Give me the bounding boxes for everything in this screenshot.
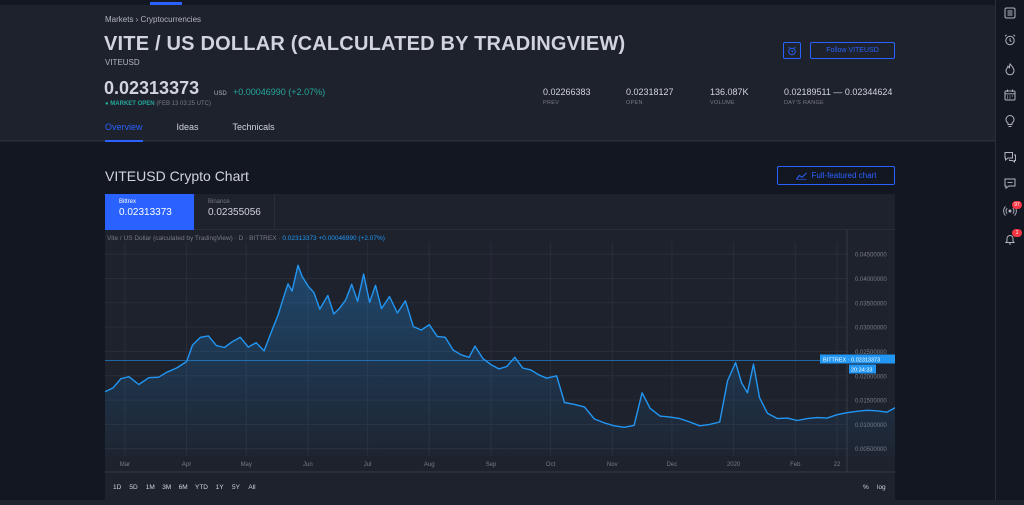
range-button-5y[interactable]: 5Y [232, 484, 241, 491]
price-change: +0.00046990 (+2.07%) [233, 87, 326, 97]
exchange-price: 0.02313373 [119, 207, 172, 218]
alarm-clock-icon [788, 46, 796, 55]
market-status-time: (FEB 13 03:25 UTC) [156, 101, 211, 107]
x-tick-label: Jul [364, 462, 372, 468]
chart-legend: Vite / US Dollar (calculated by TradingV… [107, 235, 385, 242]
messages-icon[interactable] [1003, 176, 1017, 190]
tab-technicals[interactable]: Technicals [233, 122, 275, 142]
right-sidebar: 97 1 [995, 0, 1024, 500]
calendar-icon[interactable] [1003, 88, 1017, 102]
x-tick-label: Mar [120, 462, 130, 468]
y-tick-label: 0.01500000 [855, 399, 887, 405]
exchange-name: Binance [208, 199, 230, 205]
range-button-5d[interactable]: 5D [129, 484, 138, 491]
tab-overview[interactable]: Overview [105, 122, 143, 142]
symbol-header: Markets › Cryptocurrencies VITE / US DOL… [0, 5, 995, 142]
percent-scale-toggle[interactable]: % [863, 484, 869, 491]
x-tick-label: May [241, 462, 252, 468]
exchange-tab-bittrex[interactable]: Bittrex 0.02313373 [105, 194, 194, 230]
tab-ideas[interactable]: Ideas [177, 122, 199, 142]
x-tick-label: Feb [790, 462, 801, 468]
countdown-tag-label: 20:34:33 [851, 368, 872, 374]
legend-values: 0.02313373 +0.00046990 (+2.07%) [282, 235, 385, 242]
exchange-tab-binance[interactable]: Binance 0.02355056 [194, 194, 275, 230]
stat-label: DAY'S RANGE [784, 100, 825, 106]
symbol-tabs: Overview Ideas Technicals [105, 122, 309, 142]
page-title: VITE / US DOLLAR (CALCULATED BY TRADINGV… [104, 33, 626, 55]
stat-label: PREV [543, 100, 560, 106]
price-chart[interactable]: 0.04500000 0.04000000 0.03500000 0.03000000… [104, 230, 910, 500]
range-button-6m[interactable]: 6M [179, 484, 188, 491]
y-tick-label: 0.04500000 [855, 253, 887, 259]
watchlist-icon[interactable] [1003, 6, 1017, 20]
x-tick-label: Aug [424, 462, 435, 468]
alarm-clock-icon[interactable] [1003, 33, 1017, 47]
x-tick-label: Apr [182, 462, 191, 468]
chart-line-icon [795, 171, 807, 180]
stat-open: 0.02318127 OPEN [626, 87, 674, 106]
exchange-name: Bittrex [119, 199, 137, 205]
chart-section: VITEUSD Crypto Chart Full-featured chart… [0, 142, 995, 500]
y-tick-label: 0.03500000 [855, 301, 887, 307]
ideas-bulb-icon[interactable] [1003, 114, 1017, 128]
range-button-1d[interactable]: 1D [113, 484, 122, 491]
x-tick-label: Jun [303, 462, 313, 468]
chart-heading: VITEUSD Crypto Chart [105, 168, 249, 184]
ticker-symbol: VITEUSD [105, 58, 140, 67]
status-dot-icon: ● [105, 101, 109, 107]
streams-badge: 97 [1012, 201, 1022, 209]
range-button-3m[interactable]: 3M [162, 484, 171, 491]
price-chart-svg[interactable]: 0.04500000 0.04000000 0.03500000 0.03000000… [104, 230, 910, 500]
notifications-badge: 1 [1012, 229, 1022, 237]
range-button-1m[interactable]: 1M [146, 484, 155, 491]
range-button-1y[interactable]: 1Y [216, 484, 225, 491]
x-tick-label: 22 [834, 462, 841, 468]
stat-days-range: 0.02189511 — 0.02344624 DAY'S RANGE [784, 87, 892, 106]
x-tick-label: Nov [607, 462, 618, 468]
y-tick-label: 0.03000000 [855, 326, 887, 332]
stat-value: 0.02266383 [543, 87, 591, 97]
range-button-ytd[interactable]: YTD [195, 484, 208, 491]
market-status-label: MARKET OPEN [110, 101, 155, 107]
log-scale-toggle[interactable]: log [877, 484, 886, 491]
stat-label: VOLUME [710, 100, 736, 106]
hotlist-icon[interactable] [1003, 62, 1017, 76]
stat-volume: 136.087K VOLUME [710, 87, 749, 106]
price-currency: USD [214, 91, 227, 97]
add-alert-button[interactable] [783, 42, 801, 59]
x-tick-label: 2020 [727, 462, 741, 468]
range-button-all[interactable]: All [248, 484, 256, 491]
stat-value: 136.087K [710, 87, 749, 97]
exchange-price: 0.02355056 [208, 207, 261, 218]
stat-value: 0.02318127 [626, 87, 674, 97]
exchange-tabs: Bittrex 0.02313373 Binance 0.02355056 [105, 194, 895, 230]
last-price: 0.02313373 [104, 78, 200, 98]
breadcrumb[interactable]: Markets › Cryptocurrencies [105, 15, 201, 24]
market-status: ● MARKET OPEN (FEB 13 03:25 UTC) [105, 101, 211, 107]
x-tick-label: Dec [667, 462, 678, 468]
stat-label: OPEN [626, 100, 643, 106]
x-tick-label: Oct [546, 462, 556, 468]
last-price-tag-label: BITTREX · 0.02313373 [823, 358, 880, 364]
full-featured-chart-label: Full-featured chart [811, 171, 877, 180]
y-tick-label: 0.04000000 [855, 277, 887, 283]
legend-symbol: Vite / US Dollar (calculated by TradingV… [107, 235, 281, 242]
chat-icon[interactable] [1003, 150, 1017, 164]
y-tick-label: 0.02000000 [855, 374, 887, 380]
x-tick-label: Sep [486, 462, 497, 468]
stat-prev: 0.02266383 PREV [543, 87, 591, 106]
stat-value: 0.02189511 — 0.02344624 [784, 87, 893, 97]
follow-button[interactable]: Follow VITEUSD [810, 42, 895, 59]
full-featured-chart-button[interactable]: Full-featured chart [777, 166, 895, 185]
